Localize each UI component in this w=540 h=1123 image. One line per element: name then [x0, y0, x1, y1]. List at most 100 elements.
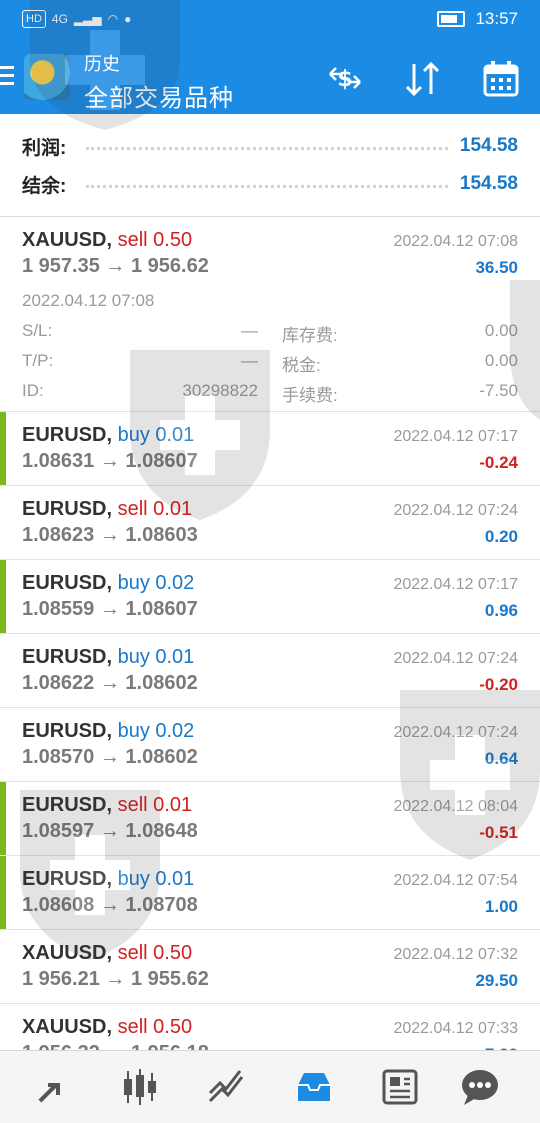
deal-time: 2022.04.12 07:08: [393, 233, 518, 250]
deal-row[interactable]: XAUUSD, sell 0.50 1 957.35 → 1 956.62 20…: [0, 217, 540, 412]
deal-side: sell 0.01: [117, 794, 193, 816]
deal-row[interactable]: EURUSD, buy 0.01 1.08622 → 1.08602 2022.…: [0, 634, 540, 708]
deal-profit: 0.64: [484, 749, 518, 768]
deal-profit: -0.51: [479, 823, 518, 842]
balance-row: 结余: 154.58: [22, 166, 518, 202]
news-icon[interactable]: [376, 1065, 424, 1109]
deal-row[interactable]: EURUSD, buy 0.02 1.08570 → 1.08602 2022.…: [0, 708, 540, 782]
open-time: 2022.04.12 07:08: [22, 291, 155, 310]
deal-profit: -0.24: [479, 453, 518, 472]
dotted-leader: [86, 146, 448, 150]
deal-time: 2022.04.12 07:17: [393, 576, 518, 593]
app-bar: 历史 全部交易品种 $: [0, 40, 540, 114]
profit-label: 利润:: [22, 137, 67, 159]
commission-value: -7.50: [479, 381, 518, 400]
deal-time: 2022.04.12 07:24: [393, 502, 518, 519]
deal-time: 2022.04.12 07:32: [393, 946, 518, 963]
deal-symbol: XAUUSD, sell 0.50: [22, 229, 193, 251]
deal-marker: [0, 782, 6, 855]
id-value: 30298822: [182, 381, 258, 400]
tax-label: 税金:: [282, 356, 321, 375]
battery-icon: [437, 11, 466, 27]
deal-row[interactable]: EURUSD, buy 0.02 1.08559 → 1.08607 2022.…: [0, 560, 540, 634]
profit-row: 利润: 154.58: [22, 128, 518, 164]
deal-symbol: EURUSD, buy 0.01: [22, 424, 195, 446]
deal-symbol: XAUUSD, sell 0.50: [22, 942, 193, 964]
tp-value: —: [241, 351, 258, 370]
deal-prices: 1.08608 → 1.08708: [22, 894, 198, 916]
deal-symbol: EURUSD, sell 0.01: [22, 794, 193, 816]
symbol-filter[interactable]: 全部交易品种: [84, 78, 234, 113]
sort-icon[interactable]: [404, 62, 442, 96]
signal-icon: ▂▃▅: [73, 12, 102, 26]
chart-icon[interactable]: [116, 1065, 164, 1109]
deal-profit: 0.96: [484, 601, 518, 620]
deal-prices: 1.08623 → 1.08603: [22, 524, 198, 546]
deal-symbol: EURUSD, buy 0.01: [22, 646, 195, 668]
metatrader-logo: [24, 54, 70, 100]
deal-side: sell 0.50: [117, 1016, 193, 1038]
notification-icon: ●: [124, 12, 132, 26]
deal-profit: 1.00: [484, 897, 518, 916]
deal-profit: -0.20: [479, 675, 518, 694]
calendar-icon[interactable]: [482, 60, 520, 98]
deal-symbol: EURUSD, buy 0.01: [22, 868, 195, 890]
deal-side: buy 0.01: [117, 646, 195, 668]
deal-row[interactable]: EURUSD, sell 0.01 1.08623 → 1.08603 2022…: [0, 486, 540, 560]
deal-side: sell 0.50: [117, 229, 193, 251]
profit-value: 154.58: [459, 135, 518, 156]
currency-exchange-icon[interactable]: $: [326, 62, 364, 94]
deal-row[interactable]: EURUSD, buy 0.01 1.08631 → 1.08607 2022.…: [0, 412, 540, 486]
trade-icon[interactable]: [202, 1065, 250, 1109]
tp-label: T/P:: [22, 351, 54, 370]
deal-marker: [0, 412, 6, 485]
deal-time: 2022.04.12 08:04: [393, 798, 518, 815]
deal-prices: 1 957.35 → 1 956.62: [22, 255, 209, 277]
status-right: 13:57: [437, 9, 518, 29]
deal-row[interactable]: EURUSD, buy 0.01 1.08608 → 1.08708 2022.…: [0, 856, 540, 930]
deal-profit: 0.20: [484, 527, 518, 546]
deal-marker: [0, 560, 6, 633]
deal-side: buy 0.02: [117, 720, 195, 742]
deal-profit: 36.50: [475, 258, 518, 277]
id-label: ID:: [22, 381, 44, 400]
dotted-leader: [86, 184, 448, 188]
deal-row[interactable]: XAUUSD, sell 0.50 1 956.21 → 1 955.62 20…: [0, 930, 540, 1004]
history-icon[interactable]: [290, 1065, 338, 1109]
chat-icon[interactable]: [456, 1065, 504, 1109]
deal-profit: 29.50: [475, 971, 518, 990]
balance-label: 结余:: [22, 175, 67, 197]
deals-list: XAUUSD, sell 0.50 1 957.35 → 1 956.62 20…: [0, 217, 540, 1078]
menu-icon[interactable]: [0, 66, 14, 86]
sl-label: S/L:: [22, 321, 53, 340]
deal-prices: 1.08631 → 1.08607: [22, 450, 198, 472]
deal-side: buy 0.01: [117, 868, 195, 890]
deal-row[interactable]: EURUSD, sell 0.01 1.08597 → 1.08648 2022…: [0, 782, 540, 856]
deal-time: 2022.04.12 07:24: [393, 724, 518, 741]
deal-time: 2022.04.12 07:54: [393, 872, 518, 889]
status-bar: HD 4G ▂▃▅ ◠ ● 13:57: [0, 0, 540, 40]
hd-badge: HD: [22, 10, 46, 28]
deal-prices: 1 956.21 → 1 955.62: [22, 968, 209, 990]
balance-value: 154.58: [459, 173, 518, 194]
swap-label: 库存费:: [282, 326, 338, 345]
swap-value: 0.00: [484, 321, 518, 340]
deal-prices: 1.08597 → 1.08648: [22, 820, 198, 842]
page-title: 历史: [84, 54, 120, 74]
deal-prices: 1.08559 → 1.08607: [22, 598, 198, 620]
sl-value: —: [241, 321, 258, 340]
deal-side: sell 0.50: [117, 942, 193, 964]
deal-prices: 1.08622 → 1.08602: [22, 672, 198, 694]
network-badge: 4G: [51, 12, 68, 26]
bottom-nav: [0, 1050, 540, 1123]
commission-label: 手续费:: [282, 386, 338, 405]
clock: 13:57: [475, 9, 518, 28]
deal-symbol: XAUUSD, sell 0.50: [22, 1016, 193, 1038]
quotes-icon[interactable]: [30, 1065, 78, 1109]
deal-side: buy 0.02: [117, 572, 195, 594]
deal-time: 2022.04.12 07:33: [393, 1020, 518, 1037]
deal-side: sell 0.01: [117, 498, 193, 520]
deal-symbol: EURUSD, buy 0.02: [22, 720, 195, 742]
deal-side: buy 0.01: [117, 424, 195, 446]
deal-prices: 1.08570 → 1.08602: [22, 746, 198, 768]
